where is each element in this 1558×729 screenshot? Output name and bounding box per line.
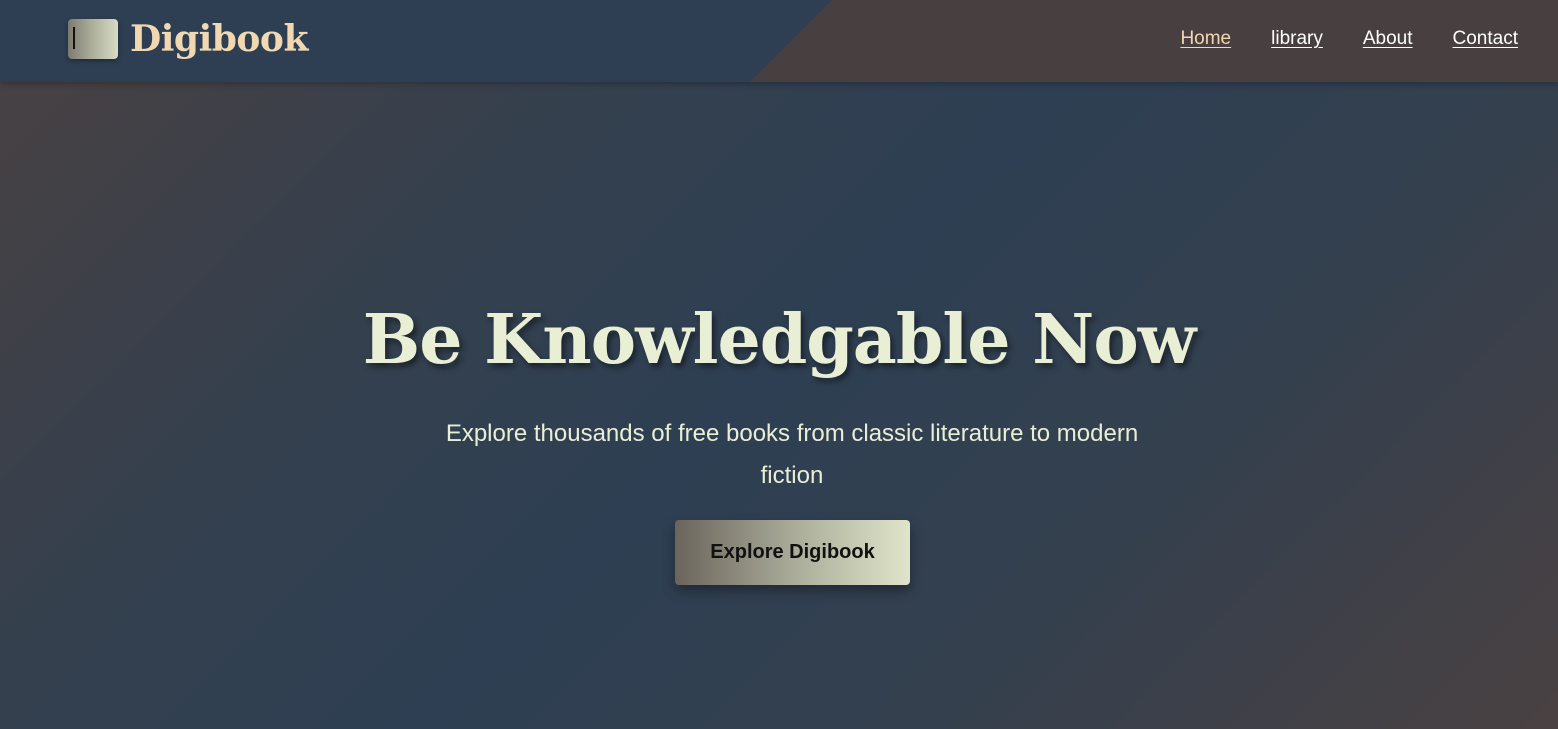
- hero-section: Be Knowledgable Now Explore thousands of…: [0, 82, 1558, 729]
- explore-button[interactable]: Explore Digibook: [675, 520, 910, 585]
- book-spine: [73, 27, 75, 49]
- brand[interactable]: Digibook: [68, 18, 308, 60]
- book-icon: [68, 19, 118, 59]
- site-header: Digibook Home library About Contact: [0, 0, 1558, 82]
- brand-name: Digibook: [130, 18, 308, 60]
- nav-link-home[interactable]: Home: [1180, 26, 1231, 52]
- nav-link-about[interactable]: About: [1363, 26, 1413, 52]
- hero-title: Be Knowledgable Now: [362, 300, 1196, 380]
- hero-subtitle: Explore thousands of free books from cla…: [445, 420, 1139, 489]
- main-nav: Home library About Contact: [1140, 26, 1518, 52]
- nav-link-library[interactable]: library: [1271, 26, 1323, 52]
- nav-link-contact[interactable]: Contact: [1453, 26, 1518, 52]
